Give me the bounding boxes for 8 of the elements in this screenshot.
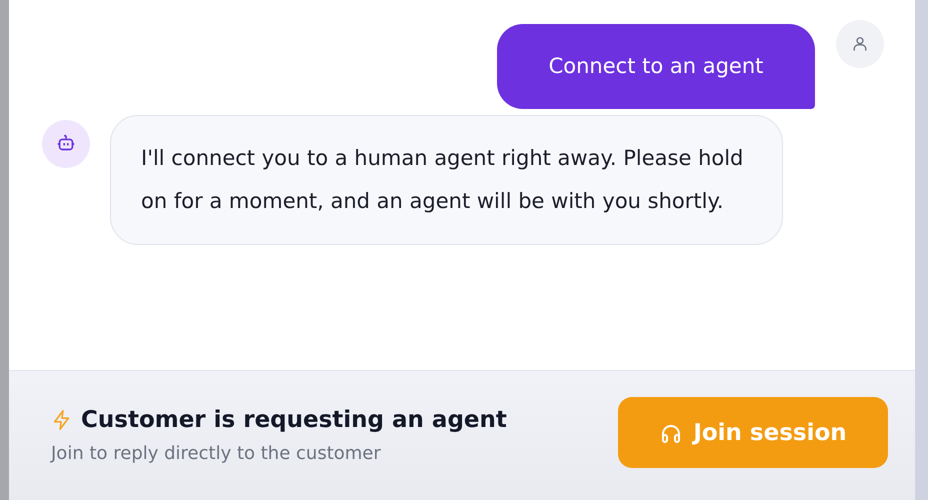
join-session-button[interactable]: Join session	[618, 397, 888, 468]
user-avatar-icon	[836, 20, 884, 68]
banner-subtitle: Join to reply directly to the customer	[51, 443, 382, 464]
banner-title: Customer is requesting an agent	[81, 407, 507, 433]
robot-avatar-icon	[42, 120, 90, 168]
bot-message: I'll connect you to a human agent right away. Please hold on for a moment, and an agent will be with you shortly.	[110, 115, 783, 245]
scrollbar[interactable]	[915, 0, 928, 500]
user-message: Connect to an agent	[497, 24, 815, 109]
